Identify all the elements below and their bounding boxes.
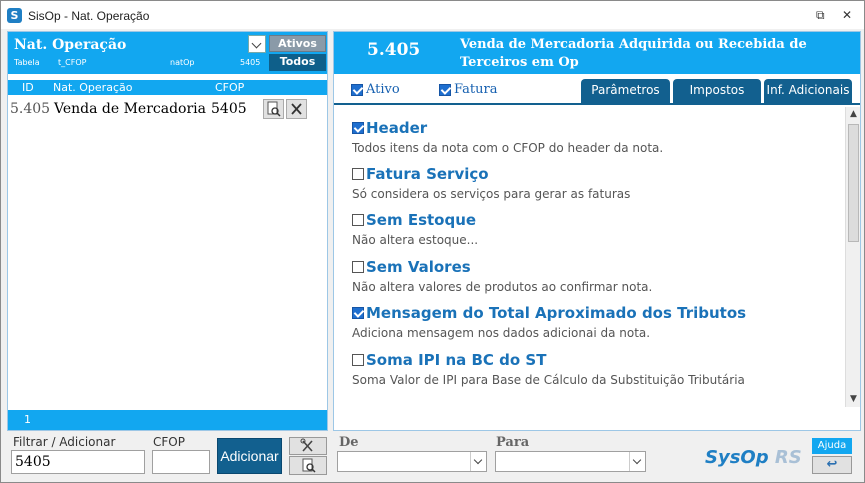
chevron-down-icon[interactable] bbox=[629, 452, 645, 471]
search-button[interactable] bbox=[289, 456, 327, 475]
checkbox-checked-icon[interactable] bbox=[352, 121, 364, 134]
column-cfop[interactable]: CFOP bbox=[215, 81, 244, 94]
document-search-icon bbox=[302, 458, 316, 473]
de-label: De bbox=[339, 435, 359, 450]
key-value: 5405 bbox=[240, 58, 261, 67]
right-panel-header: 5.405 Venda de Mercadoria Adquirida ou R… bbox=[334, 32, 860, 74]
ativo-checkbox[interactable]: Ativo bbox=[351, 82, 400, 97]
table-name: t_CFOP bbox=[58, 58, 87, 67]
todos-button[interactable]: Todos bbox=[269, 54, 326, 71]
checkbox-unchecked-icon[interactable] bbox=[352, 167, 364, 180]
tab-parametros[interactable]: Parâmetros bbox=[581, 79, 670, 103]
view-document-button[interactable] bbox=[263, 99, 284, 119]
option-header[interactable]: Header Todos itens da nota com o CFOP do… bbox=[352, 117, 663, 155]
option-soma-ipi-bc-st[interactable]: Soma IPI na BC do ST Soma Valor de IPI p… bbox=[352, 349, 745, 387]
row-nat-operacao: Venda de Mercadoria bbox=[54, 101, 206, 117]
option-label: Soma IPI na BC do ST bbox=[366, 350, 547, 369]
selected-code: 5.405 bbox=[367, 40, 421, 60]
checkbox-unchecked-icon[interactable] bbox=[352, 213, 364, 226]
back-button[interactable]: ↩ bbox=[812, 456, 852, 474]
option-description: Adiciona mensagem nos dados adicionai da… bbox=[352, 325, 651, 340]
list-footer: 1 bbox=[8, 410, 327, 430]
ativos-button[interactable]: Ativos bbox=[269, 35, 326, 52]
para-select[interactable] bbox=[495, 451, 646, 472]
row-id: 5.405 bbox=[10, 101, 51, 117]
chevron-down-icon[interactable] bbox=[248, 35, 266, 53]
column-id[interactable]: ID bbox=[22, 81, 34, 94]
left-panel: Nat. Operação Tabela t_CFOP natOp 5405 A… bbox=[7, 31, 328, 431]
fatura-label: Fatura bbox=[454, 82, 498, 97]
tab-underline bbox=[334, 103, 860, 105]
option-sem-valores[interactable]: Sem Valores Não altera valores de produt… bbox=[352, 256, 652, 294]
document-search-icon bbox=[267, 101, 281, 117]
window-title: SisOp - Nat. Operação bbox=[28, 9, 150, 23]
para-label: Para bbox=[496, 435, 530, 450]
add-button[interactable]: Adicionar bbox=[217, 438, 282, 474]
tools-button[interactable] bbox=[289, 437, 327, 455]
chevron-down-icon[interactable] bbox=[470, 452, 486, 471]
option-mensagem-total-tributos[interactable]: Mensagem do Total Aproximado dos Tributo… bbox=[352, 302, 746, 340]
cfop-input[interactable] bbox=[152, 450, 210, 474]
cfop-label: CFOP bbox=[153, 435, 185, 449]
main-window: S SisOp - Nat. Operação ⧉ ✕ Nat. Operaçã… bbox=[0, 0, 865, 483]
list-column-header: ID Nat. Operação CFOP bbox=[8, 80, 327, 95]
ativo-label: Ativo bbox=[366, 82, 400, 97]
option-fatura-servico[interactable]: Fatura Serviço Só considera os serviços … bbox=[352, 163, 630, 201]
filter-label: Filtrar / Adicionar bbox=[13, 435, 116, 449]
help-button[interactable]: Ajuda bbox=[812, 438, 852, 454]
option-label: Sem Valores bbox=[366, 257, 471, 276]
title-bar: S SisOp - Nat. Operação ⧉ ✕ bbox=[1, 1, 864, 29]
checkbox-checked-icon bbox=[439, 83, 451, 96]
row-cfop: 5405 bbox=[211, 101, 247, 117]
list-item[interactable]: 5.405 Venda de Mercadoria 5405 bbox=[8, 97, 327, 121]
key-field: natOp bbox=[170, 58, 195, 67]
column-nat-operacao[interactable]: Nat. Operação bbox=[53, 81, 132, 94]
scroll-up-icon[interactable]: ▲ bbox=[846, 107, 861, 122]
brand-logo: SysOp RS bbox=[705, 447, 802, 468]
option-label: Header bbox=[366, 118, 428, 137]
filter-input[interactable]: 5405 bbox=[11, 450, 145, 474]
vertical-scrollbar[interactable]: ▲ ▼ bbox=[845, 107, 860, 407]
checkbox-checked-icon[interactable] bbox=[352, 306, 364, 319]
close-icon[interactable]: ✕ bbox=[842, 8, 852, 22]
option-description: Só considera os serviços para gerar as f… bbox=[352, 186, 631, 201]
restore-icon[interactable]: ⧉ bbox=[816, 8, 825, 23]
checkbox-unchecked-icon[interactable] bbox=[352, 353, 364, 366]
wrench-icon bbox=[300, 438, 313, 452]
option-description: Não altera estoque... bbox=[352, 232, 479, 247]
right-panel: 5.405 Venda de Mercadoria Adquirida ou R… bbox=[333, 31, 861, 431]
scroll-down-icon[interactable]: ▼ bbox=[846, 392, 861, 407]
option-sem-estoque[interactable]: Sem Estoque Não altera estoque... bbox=[352, 209, 478, 247]
undo-arrow-icon: ↩ bbox=[826, 457, 838, 472]
checkbox-checked-icon bbox=[351, 83, 363, 96]
brand-name: SysOp bbox=[705, 447, 769, 468]
option-label: Sem Estoque bbox=[366, 210, 477, 229]
de-select[interactable] bbox=[337, 451, 487, 472]
close-icon bbox=[291, 103, 302, 115]
brand-suffix: RS bbox=[774, 447, 802, 468]
option-label: Fatura Serviço bbox=[366, 164, 489, 183]
scroll-thumb[interactable] bbox=[848, 124, 859, 242]
selected-description: Venda de Mercadoria Adquirida ou Recebid… bbox=[460, 37, 807, 70]
left-panel-title: Nat. Operação bbox=[14, 37, 127, 53]
tab-inf-adicionais[interactable]: Inf. Adicionais bbox=[764, 79, 852, 103]
record-count: 1 bbox=[24, 413, 31, 426]
fatura-checkbox[interactable]: Fatura bbox=[439, 82, 497, 97]
left-panel-header: Nat. Operação Tabela t_CFOP natOp 5405 A… bbox=[8, 32, 327, 74]
option-description: Não altera valores de produtos ao confir… bbox=[352, 279, 653, 294]
option-description: Todos itens da nota com o CFOP do header… bbox=[352, 140, 664, 155]
tab-impostos[interactable]: Impostos bbox=[673, 79, 761, 103]
checkbox-unchecked-icon[interactable] bbox=[352, 260, 364, 273]
option-label: Mensagem do Total Aproximado dos Tributo… bbox=[366, 303, 747, 322]
table-label: Tabela bbox=[14, 58, 40, 67]
app-logo-icon: S bbox=[7, 8, 22, 23]
delete-button[interactable] bbox=[286, 99, 307, 119]
option-description: Soma Valor de IPI para Base de Cálculo d… bbox=[352, 372, 745, 387]
